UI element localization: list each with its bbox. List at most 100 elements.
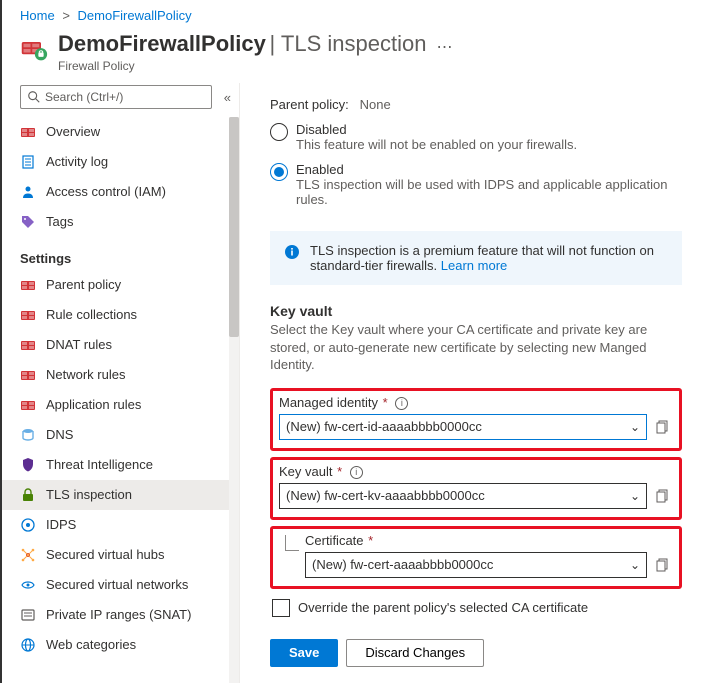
page-title: DemoFirewallPolicy [58,31,266,56]
lock-icon [20,487,36,503]
sidebar-item-application-rules[interactable]: Application rules [2,390,239,420]
sidebar-item-secured-virtual-networks[interactable]: Secured virtual networks [2,570,239,600]
sidebar-item-secured-virtual-hubs[interactable]: Secured virtual hubs [2,540,239,570]
sidebar-item-label: Tags [46,213,73,231]
discard-button[interactable]: Discard Changes [346,639,484,667]
search-input[interactable]: Search (Ctrl+/) [20,85,212,109]
keyvault-section-title: Key vault [270,303,682,319]
radio-disabled-control[interactable] [270,123,288,141]
sidebar-item-activity-log[interactable]: Activity log [2,147,239,177]
premium-info-box: TLS inspection is a premium feature that… [270,231,682,285]
firewall-icon [20,367,36,383]
firewall-icon [20,337,36,353]
save-button[interactable]: Save [270,639,338,667]
sidebar-item-rule-collections[interactable]: Rule collections [2,300,239,330]
sidebar-item-label: Rule collections [46,306,137,324]
keyvault-callout: Key vault * i (New) fw-cert-kv-aaaabbbb0… [270,457,682,520]
sidebar-item-label: IDPS [46,516,76,534]
log-icon [20,154,36,170]
sidebar-item-idps[interactable]: IDPS [2,510,239,540]
sidebar-item-label: Secured virtual networks [46,576,188,594]
sidebar-item-dnat-rules[interactable]: DNAT rules [2,330,239,360]
sidebar-item-private-ip-ranges[interactable]: Private IP ranges (SNAT) [2,600,239,630]
nested-connector [285,535,299,551]
breadcrumb-home[interactable]: Home [20,8,55,23]
breadcrumb-separator: > [62,8,70,23]
copy-icon[interactable] [655,419,671,435]
radio-disabled-label: Disabled [296,122,577,137]
copy-icon[interactable] [655,557,671,573]
sidebar-item-label: Activity log [46,153,108,171]
firewall-policy-icon [20,35,48,63]
keyvault-value: (New) fw-cert-kv-aaaabbbb0000cc [286,488,485,503]
managed-identity-label: Managed identity [279,395,378,410]
sidebar-item-network-rules[interactable]: Network rules [2,360,239,390]
breadcrumb: Home > DemoFirewallPolicy [2,0,702,27]
hub-icon [20,547,36,563]
radio-disabled-desc: This feature will not be enabled on your… [296,137,577,152]
sidebar-item-label: Application rules [46,396,141,414]
sidebar-item-label: Parent policy [46,276,121,294]
sidebar-item-label: TLS inspection [46,486,132,504]
sidebar-item-tls-inspection[interactable]: TLS inspection [2,480,239,510]
parent-policy-label: Parent policy: [270,97,349,112]
firewall-icon [20,307,36,323]
idps-icon [20,517,36,533]
learn-more-link[interactable]: Learn more [441,258,507,273]
override-checkbox[interactable] [272,599,290,617]
tag-icon [20,214,36,230]
radio-disabled[interactable]: Disabled This feature will not be enable… [270,122,682,152]
sidebar-item-overview[interactable]: Overview [2,117,239,147]
sidebar-item-label: Network rules [46,366,125,384]
keyvault-section-desc: Select the Key vault where your CA certi… [270,321,682,374]
firewall-icon [20,124,36,140]
globe-icon [20,637,36,653]
keyvault-select[interactable]: (New) fw-cert-kv-aaaabbbb0000cc ⌄ [279,483,647,509]
search-placeholder: Search (Ctrl+/) [45,90,123,104]
radio-enabled-control[interactable] [270,163,288,181]
breadcrumb-current[interactable]: DemoFirewallPolicy [78,8,192,23]
sidebar-item-web-categories[interactable]: Web categories [2,630,239,660]
sidebar-item-parent-policy[interactable]: Parent policy [2,270,239,300]
shield-icon [20,457,36,473]
page-subtitle: | TLS inspection [269,31,426,56]
managed-identity-select[interactable]: (New) fw-cert-id-aaaabbbb0000cc ⌄ [279,414,647,440]
sidebar-item-label: DNAT rules [46,336,112,354]
managed-identity-callout: Managed identity * i (New) fw-cert-id-aa… [270,388,682,451]
chevron-down-icon: ⌄ [630,558,640,572]
collapse-sidebar-button[interactable]: « [224,90,231,105]
certificate-value: (New) fw-cert-aaaabbbb0000cc [312,557,493,572]
radio-enabled[interactable]: Enabled TLS inspection will be used with… [270,162,682,207]
radio-enabled-desc: TLS inspection will be used with IDPS an… [296,177,682,207]
sidebar-item-dns[interactable]: DNS [2,420,239,450]
sidebar-item-label: Web categories [46,636,136,654]
sidebar-item-tags[interactable]: Tags [2,207,239,237]
more-button[interactable]: ⋯ [436,31,452,57]
vnet-icon [20,577,36,593]
sidebar-scrollbar-thumb[interactable] [229,117,239,337]
sidebar-item-threat-intelligence[interactable]: Threat Intelligence [2,450,239,480]
copy-icon[interactable] [655,488,671,504]
keyvault-info-icon[interactable]: i [350,466,363,479]
sidebar-scrollbar[interactable] [229,117,239,683]
parent-policy-value: None [352,97,390,112]
person-icon [20,184,36,200]
ip-icon [20,607,36,623]
dns-icon [20,427,36,443]
certificate-callout: Certificate * (New) fw-cert-aaaabbbb0000… [270,526,682,589]
keyvault-label: Key vault [279,464,332,479]
sidebar-item-label: Secured virtual hubs [46,546,165,564]
main-content: Parent policy: None Disabled This featur… [240,83,702,683]
override-label: Override the parent policy's selected CA… [298,600,588,615]
page-caption: Firewall Policy [58,59,426,73]
managed-identity-info-icon[interactable]: i [395,397,408,410]
override-checkbox-row[interactable]: Override the parent policy's selected CA… [272,599,682,617]
info-icon [284,244,300,260]
sidebar-item-label: Private IP ranges (SNAT) [46,606,191,624]
sidebar: Search (Ctrl+/) « Overview Activity log Ac… [2,83,240,683]
sidebar-item-label: Overview [46,123,100,141]
page-header: DemoFirewallPolicy | TLS inspection Fire… [2,27,702,83]
sidebar-item-access-control[interactable]: Access control (IAM) [2,177,239,207]
sidebar-item-label: Threat Intelligence [46,456,153,474]
certificate-select[interactable]: (New) fw-cert-aaaabbbb0000cc ⌄ [305,552,647,578]
